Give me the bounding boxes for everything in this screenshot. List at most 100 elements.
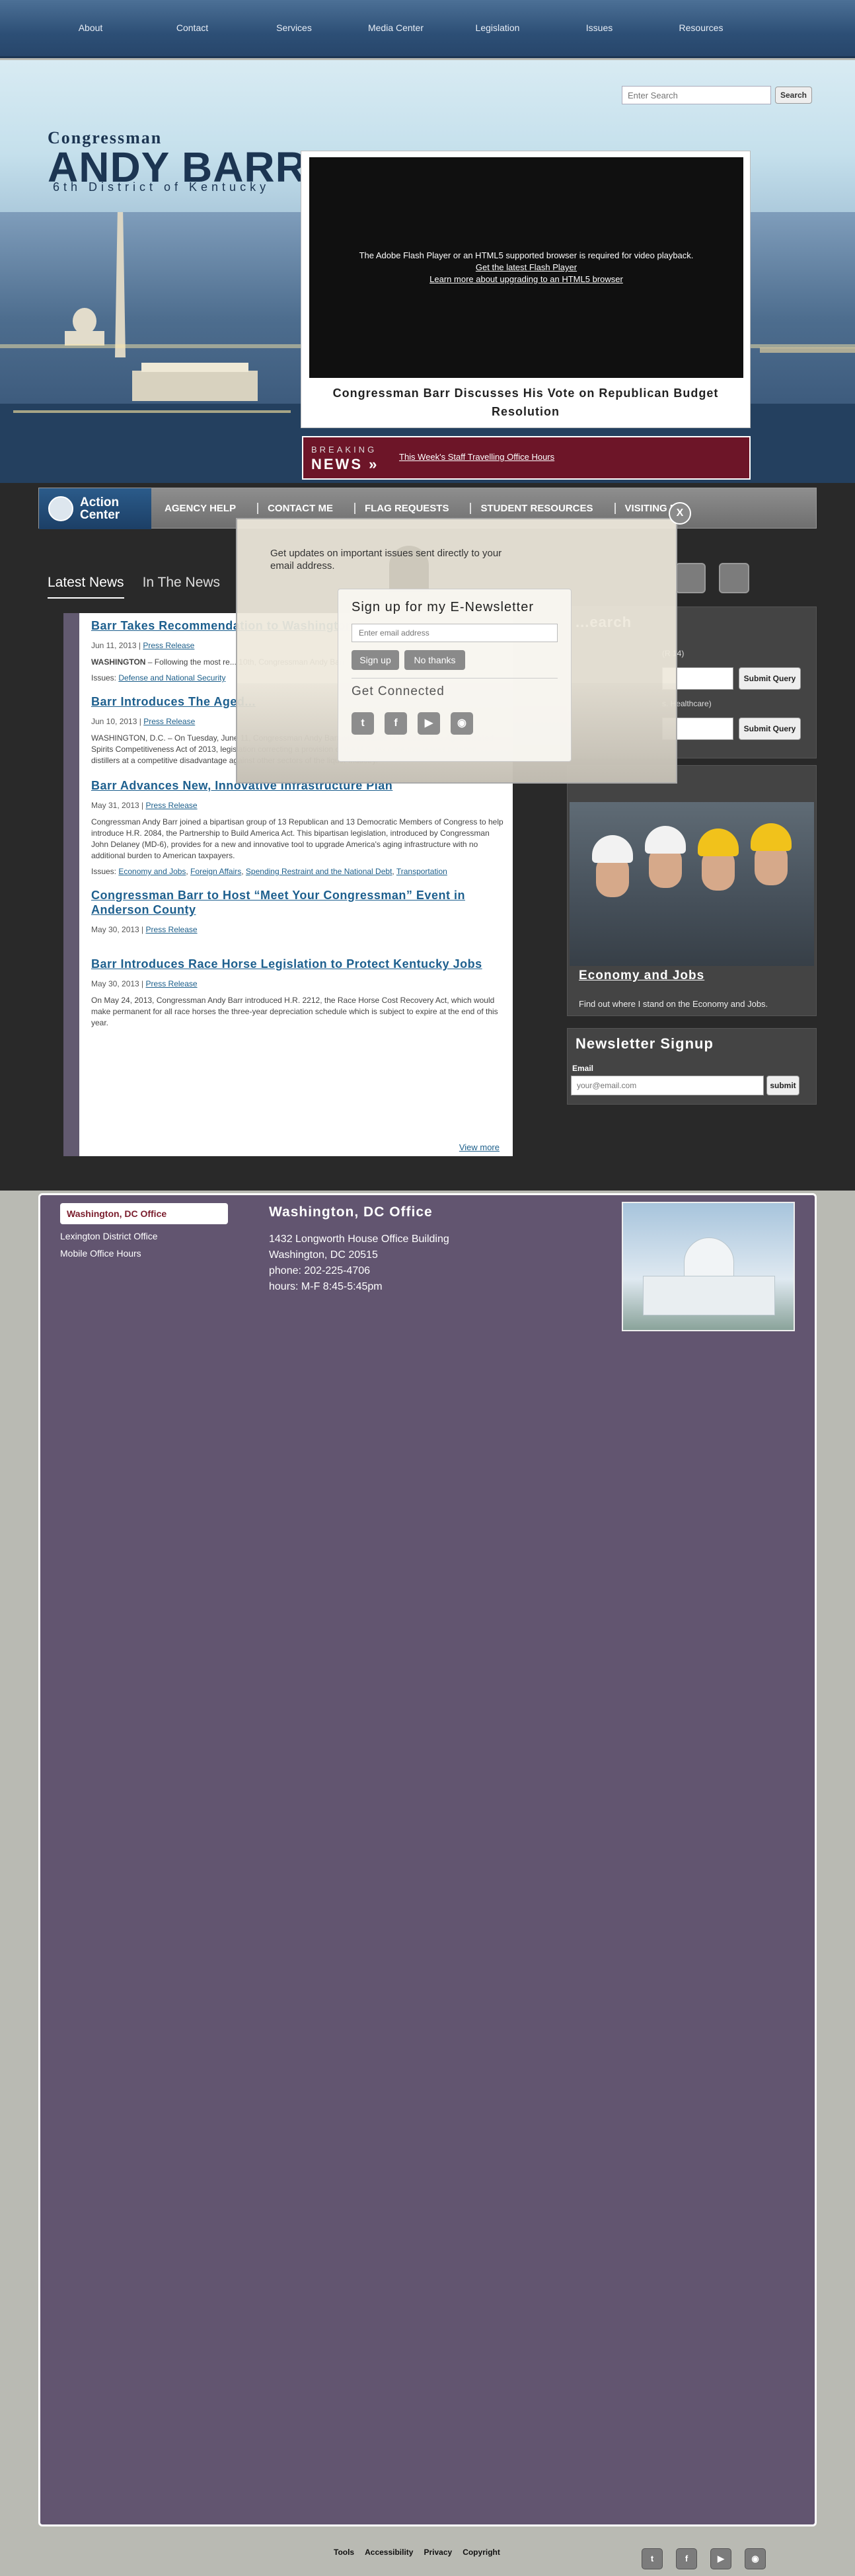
action-contact-me[interactable]: CONTACT ME — [257, 503, 354, 514]
issue-link[interactable]: Transportation — [396, 867, 447, 876]
news-category-link[interactable]: Press Release — [146, 801, 198, 810]
action-agency-help[interactable]: AGENCY HELP — [165, 503, 257, 514]
modal-email-input[interactable] — [352, 624, 558, 642]
news-summary: On May 24, 2013, Congressman Andy Barr i… — [91, 996, 498, 1027]
email-label: Email — [572, 1064, 594, 1073]
seal-icon — [48, 496, 73, 521]
news-date: May 30, 2013 — [91, 925, 139, 934]
news-title[interactable]: Barr Introduces Race Horse Legislation t… — [91, 957, 507, 971]
action-center-label[interactable]: Action Center — [39, 488, 151, 529]
issue-link[interactable]: Foreign Affairs — [190, 867, 241, 876]
action-flag-requests[interactable]: FLAG REQUESTS — [353, 503, 470, 514]
news-title[interactable]: Congressman Barr to Host “Meet Your Cong… — [91, 888, 507, 917]
action-student-resources[interactable]: STUDENT RESOURCES — [470, 503, 614, 514]
issue-link[interactable]: Economy and Jobs — [118, 867, 186, 876]
news-category-link[interactable]: Press Release — [143, 717, 195, 726]
nav-resources[interactable]: Resources — [650, 22, 752, 33]
twitter-icon[interactable]: t — [642, 2548, 663, 2569]
modal-divider — [352, 678, 558, 679]
rss-icon[interactable]: ◉ — [745, 2548, 766, 2569]
facebook-icon[interactable]: f — [385, 712, 407, 735]
white-helmet-icon — [592, 835, 633, 863]
office-hours: hours: M-F 8:45-5:45pm — [269, 1281, 383, 1292]
nav-contact[interactable]: Contact — [141, 22, 243, 33]
nav-media-center[interactable]: Media Center — [345, 22, 447, 33]
news-meta: May 31, 2013 | Press Release — [91, 801, 198, 810]
newsletter-submit-button[interactable]: submit — [766, 1076, 799, 1095]
search-input[interactable] — [622, 86, 771, 104]
youtube-icon[interactable]: ▶ — [710, 2548, 731, 2569]
nav-issues[interactable]: Issues — [548, 22, 650, 33]
footer-copyright-link[interactable]: Copyright — [463, 2548, 500, 2557]
search-button[interactable]: Search — [775, 87, 812, 104]
capitol-dome-graphic — [684, 1237, 734, 1278]
action-center-title: Action Center — [80, 496, 120, 522]
issue-link[interactable]: Spending Restraint and the National Debt — [246, 867, 392, 876]
news-issues: Issues: Economy and Jobs, Foreign Affair… — [91, 867, 447, 876]
office-info-section: Washington, DC Office Lexington District… — [38, 1193, 817, 2526]
news-tabs: Latest News In The News — [48, 575, 239, 599]
action-visiting-dc[interactable]: VISITING D.C. — [614, 503, 711, 514]
modal-signup-button[interactable]: Sign up — [352, 650, 399, 670]
breaking-news-link[interactable]: This Week's Staff Travelling Office Hour… — [399, 452, 554, 462]
news-item: Barr Advances New, Innovative Infrastruc… — [79, 778, 513, 876]
capitol-photo — [622, 1202, 795, 1331]
economy-jobs-link[interactable]: Economy and Jobs — [579, 969, 704, 983]
tab-latest-news[interactable]: Latest News — [48, 575, 124, 599]
youtube-icon[interactable]: ▶ — [418, 712, 440, 735]
modal-title: Sign up for my E-Newsletter — [352, 600, 534, 614]
office-tab-mobile-hours[interactable]: Mobile Office Hours — [60, 1248, 141, 1259]
flash-player-link[interactable]: Get the latest Flash Player — [476, 262, 577, 272]
modal-signup-panel: Sign up for my E-Newsletter Sign up No t… — [338, 589, 572, 762]
newsletter-email-input[interactable] — [571, 1076, 764, 1095]
breaking-word: BREAKING — [311, 445, 377, 455]
news-category-link[interactable]: Press Release — [146, 979, 198, 988]
news-category-link[interactable]: Press Release — [143, 641, 194, 650]
office-phone: phone: 202-225-4706 — [269, 1265, 371, 1276]
nav-legislation[interactable]: Legislation — [447, 22, 548, 33]
modal-no-thanks-button[interactable]: No thanks — [404, 650, 465, 670]
tab-in-the-news[interactable]: In The News — [143, 575, 221, 599]
modal-lead-text: Get updates on important issues sent dir… — [270, 548, 502, 571]
view-more-link[interactable]: View more — [459, 1142, 500, 1152]
capitol-building-graphic — [643, 1276, 775, 1315]
news-item: Barr Introduces Race Horse Legislation t… — [79, 957, 513, 1029]
get-connected-heading: Get Connected — [352, 684, 445, 698]
newsletter-title: Newsletter Signup — [576, 1035, 714, 1052]
youtube-icon[interactable] — [675, 563, 706, 593]
footer-accessibility-link[interactable]: Accessibility — [365, 2548, 413, 2557]
news-category-link[interactable]: Press Release — [146, 925, 198, 934]
news-item: Congressman Barr to Host “Meet Your Cong… — [79, 888, 513, 934]
video-player[interactable]: The Adobe Flash Player or an HTML5 suppo… — [309, 157, 743, 378]
rss-icon[interactable]: ◉ — [451, 712, 473, 735]
office-title: Washington, DC Office — [269, 1204, 433, 1220]
news-dateline: WASHINGTON — [91, 657, 146, 667]
news-date: Jun 10, 2013 — [91, 717, 137, 726]
rss-icon[interactable] — [719, 563, 749, 593]
submit-query-button-2[interactable]: Submit Query — [739, 718, 801, 740]
workers-photo[interactable] — [570, 802, 814, 966]
office-tab-washington[interactable]: Washington, DC Office — [60, 1203, 228, 1224]
issues-label: Issues: — [91, 673, 117, 682]
news-word: NEWS — [311, 456, 363, 472]
video-message: The Adobe Flash Player or an HTML5 suppo… — [359, 250, 694, 260]
newsletter-modal: Get updates on important issues sent dir… — [236, 518, 677, 784]
video-caption: Congressman Barr Discusses His Vote on R… — [332, 386, 719, 418]
footer-tools-link[interactable]: Tools — [334, 2548, 354, 2557]
news-meta: May 30, 2013 | Press Release — [91, 925, 198, 934]
nav-about[interactable]: About — [40, 22, 141, 33]
submit-query-button[interactable]: Submit Query — [739, 667, 801, 690]
featured-video: The Adobe Flash Player or an HTML5 suppo… — [301, 151, 751, 428]
nav-services[interactable]: Services — [243, 22, 345, 33]
twitter-icon[interactable]: t — [352, 712, 374, 735]
issue-link[interactable]: Defense and National Security — [118, 673, 225, 682]
top-navigation: About Contact Services Media Center Legi… — [0, 0, 855, 58]
modal-close-button[interactable]: X — [669, 502, 691, 525]
html5-link[interactable]: Learn more about upgrading to an HTML5 b… — [429, 274, 623, 284]
breaking-news-label: BREAKING NEWS » — [311, 443, 379, 472]
office-tab-lexington[interactable]: Lexington District Office — [60, 1231, 158, 1241]
breaking-arrows-icon: » — [369, 456, 379, 472]
footer-privacy-link[interactable]: Privacy — [424, 2548, 452, 2557]
issues-label: Issues: — [91, 867, 117, 876]
facebook-icon[interactable]: f — [676, 2548, 697, 2569]
